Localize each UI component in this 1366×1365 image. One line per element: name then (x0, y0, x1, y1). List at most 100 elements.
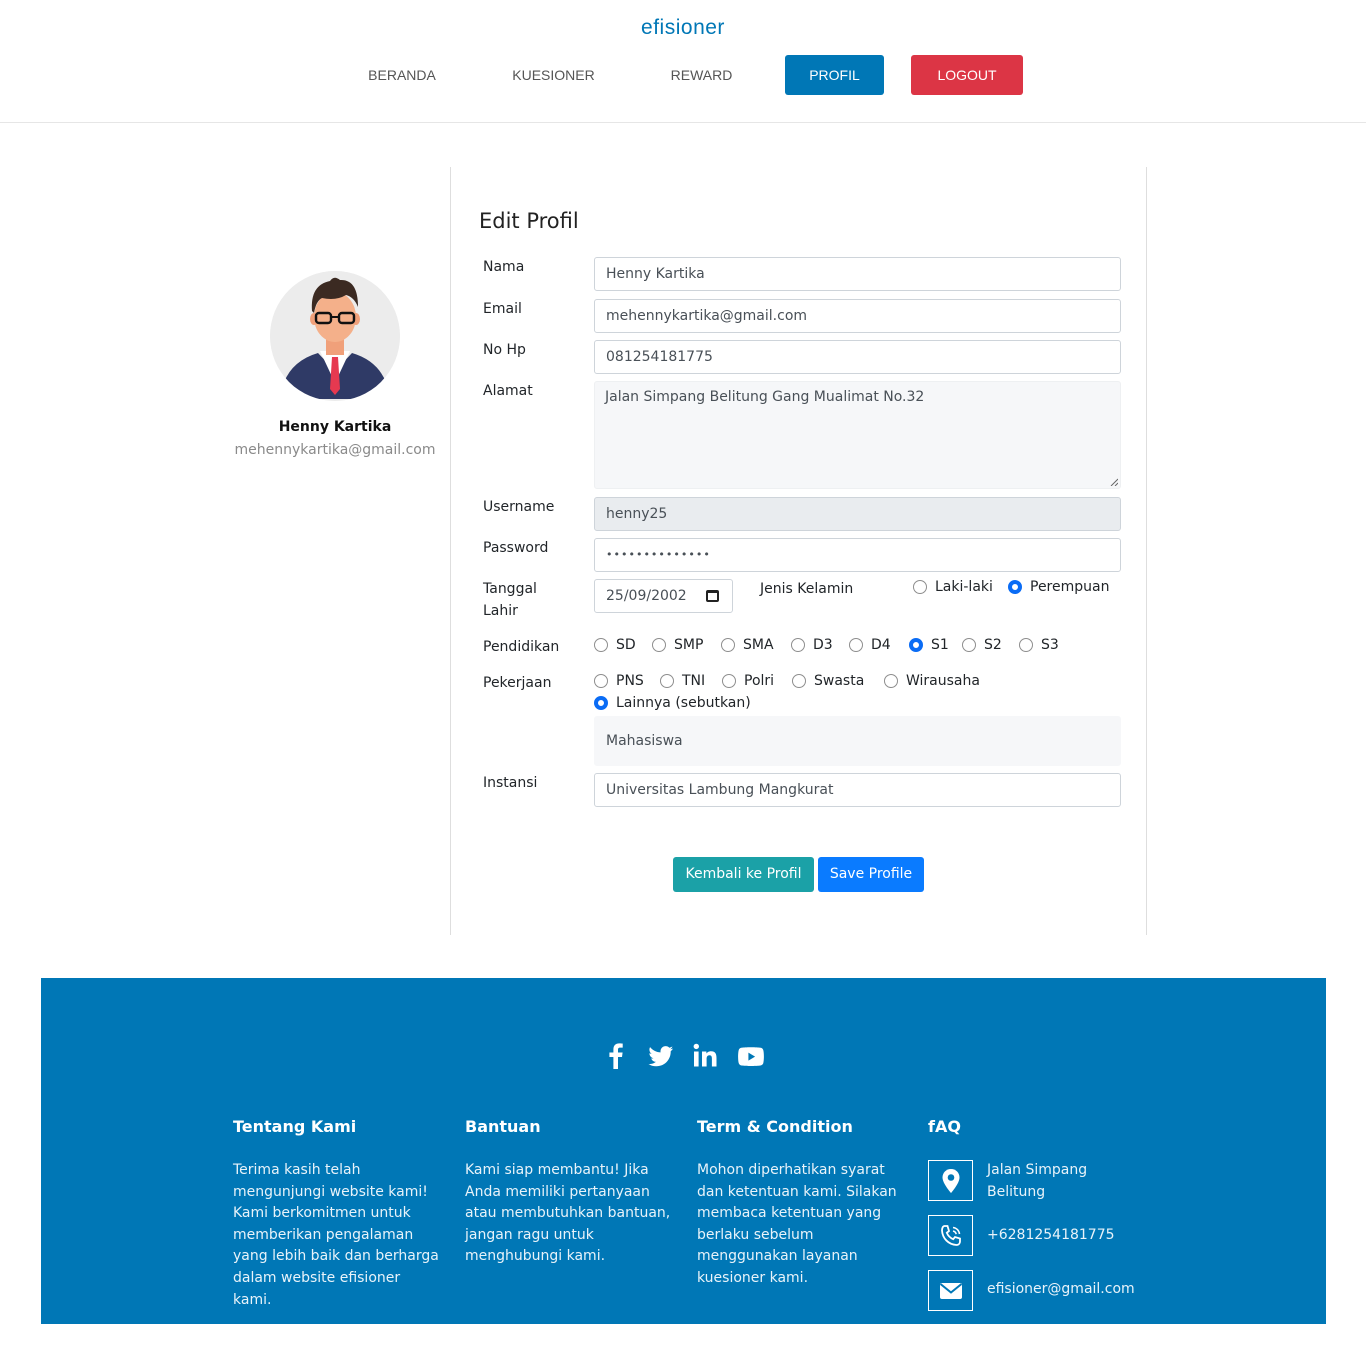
radio-pendidikan-d4[interactable]: D4 (849, 637, 891, 653)
save-profile-button[interactable]: Save Profile (818, 857, 924, 892)
label-nama: Nama (483, 259, 525, 275)
footer-about-text: Terima kasih telah mengunjungi website k… (233, 1162, 439, 1308)
radio-circle-icon[interactable] (962, 638, 976, 652)
form-title: Edit Profil (479, 209, 579, 233)
nav-reward[interactable]: REWARD (656, 55, 747, 95)
tanggal-lahir-value: 25/09/2002 (606, 588, 687, 604)
user-avatar-icon (270, 271, 400, 401)
radio-circle-icon[interactable] (722, 674, 736, 688)
footer-help-text: Kami siap membantu! Jika Anda memiliki p… (465, 1162, 671, 1265)
radio-pekerjaan-tni[interactable]: TNI (660, 673, 705, 689)
radio-checked-icon[interactable] (594, 696, 608, 710)
username-input: henny25 (594, 497, 1121, 531)
divider-left (450, 167, 451, 935)
label-username: Username (483, 499, 555, 515)
radio-label: Lainnya (sebutkan) (616, 695, 751, 711)
radio-label: D3 (813, 637, 833, 653)
facebook-icon[interactable] (601, 1041, 631, 1071)
radio-pendidikan-s2[interactable]: S2 (962, 637, 1002, 653)
footer-email[interactable]: efisioner@gmail.com (987, 1279, 1135, 1301)
divider-right (1146, 167, 1147, 935)
twitter-icon[interactable] (646, 1041, 676, 1071)
label-email: Email (483, 301, 522, 317)
radio-label: SMA (743, 637, 774, 653)
radio-pendidikan-smp[interactable]: SMP (652, 637, 703, 653)
radio-label: Swasta (814, 673, 865, 689)
footer-phone[interactable]: +6281254181775 (987, 1225, 1115, 1247)
nama-input[interactable]: Henny Kartika (594, 257, 1121, 291)
radio-label: PNS (616, 673, 644, 689)
radio-circle-icon[interactable] (792, 674, 806, 688)
radio-checked-icon[interactable] (909, 638, 923, 652)
top-navbar: efisioner BERANDA KUESIONER REWARD PROFI… (0, 0, 1366, 123)
back-to-profile-button[interactable]: Kembali ke Profil (673, 857, 814, 892)
youtube-icon[interactable] (736, 1041, 766, 1071)
profile-name: Henny Kartika (278, 419, 392, 435)
radio-label: SMP (674, 637, 704, 653)
nav-profil-button[interactable]: PROFIL (785, 55, 884, 95)
footer-terms-text: Mohon diperhatikan syarat dan ketentuan … (697, 1162, 897, 1286)
alamat-textarea[interactable]: Jalan Simpang Belitung Gang Mualimat No.… (594, 381, 1121, 489)
label-pekerjaan: Pekerjaan (483, 675, 552, 691)
location-pin-icon (942, 1168, 959, 1193)
radio-circle-icon[interactable] (660, 674, 674, 688)
radio-label: Perempuan (1030, 579, 1110, 595)
radio-gender-laki-laki[interactable]: Laki-laki (913, 579, 993, 595)
instansi-input[interactable]: Universitas Lambung Mangkurat (594, 773, 1121, 807)
pekerjaan-lainnya-input[interactable]: Mahasiswa (594, 716, 1121, 766)
nav-beranda[interactable]: BERANDA (352, 55, 452, 95)
profile-email: mehennykartika@gmail.com (234, 442, 436, 458)
radio-pekerjaan-pns[interactable]: PNS (594, 673, 644, 689)
phone-icon (940, 1224, 961, 1246)
footer-address: Jalan Simpang Belitung (987, 1162, 1088, 1200)
footer-faq-title: fAQ (928, 1117, 961, 1136)
nav-kuesioner[interactable]: KUESIONER (498, 55, 609, 95)
email-icon-box (928, 1270, 973, 1311)
radio-pekerjaan-polri[interactable]: Polri (722, 673, 774, 689)
label-alamat: Alamat (483, 383, 533, 399)
radio-pekerjaan-lainnya[interactable]: Lainnya (sebutkan) (594, 695, 751, 711)
radio-pendidikan-sd[interactable]: SD (594, 637, 636, 653)
radio-circle-icon[interactable] (791, 638, 805, 652)
radio-circle-icon[interactable] (594, 674, 608, 688)
nohp-input[interactable]: 081254181775 (594, 340, 1121, 374)
password-input[interactable]: •••••••••••••• (594, 538, 1121, 572)
email-input[interactable]: mehennykartika@gmail.com (594, 299, 1121, 333)
radio-label: Polri (744, 673, 775, 689)
radio-label: S2 (984, 637, 1002, 653)
radio-circle-icon[interactable] (721, 638, 735, 652)
radio-gender-perempuan[interactable]: Perempuan (1008, 579, 1109, 595)
brand-logo[interactable]: efisioner (0, 16, 1366, 40)
calendar-icon[interactable] (706, 590, 719, 602)
radio-pekerjaan-swasta[interactable]: Swasta (792, 673, 864, 689)
radio-circle-icon[interactable] (594, 638, 608, 652)
label-password: Password (483, 540, 549, 556)
label-jenis-kelamin: Jenis Kelamin (760, 581, 854, 597)
radio-pendidikan-s3[interactable]: S3 (1019, 637, 1059, 653)
radio-label: S1 (931, 637, 949, 653)
radio-circle-icon[interactable] (652, 638, 666, 652)
radio-label: Wirausaha (906, 673, 980, 689)
envelope-icon (939, 1282, 962, 1299)
location-icon-box (928, 1160, 973, 1201)
radio-circle-icon[interactable] (1019, 638, 1033, 652)
phone-icon-box (928, 1215, 973, 1256)
label-nohp: No Hp (483, 342, 526, 358)
radio-pendidikan-d3[interactable]: D3 (791, 637, 833, 653)
radio-pendidikan-sma[interactable]: SMA (721, 637, 774, 653)
footer-terms-title: Term & Condition (697, 1117, 853, 1136)
radio-checked-icon[interactable] (1008, 580, 1022, 594)
logout-button[interactable]: LOGOUT (911, 55, 1023, 95)
radio-label: D4 (871, 637, 891, 653)
alamat-text: Jalan Simpang Belitung Gang Mualimat No.… (605, 389, 925, 405)
radio-pekerjaan-wirausaha[interactable]: Wirausaha (884, 673, 980, 689)
resize-handle-icon[interactable] (1110, 478, 1118, 486)
radio-circle-icon[interactable] (913, 580, 927, 594)
radio-circle-icon[interactable] (849, 638, 863, 652)
linkedin-icon[interactable] (691, 1041, 721, 1071)
radio-pendidikan-s1[interactable]: S1 (909, 637, 949, 653)
radio-label: S3 (1041, 637, 1059, 653)
radio-label: TNI (682, 673, 706, 689)
radio-circle-icon[interactable] (884, 674, 898, 688)
tanggal-lahir-input[interactable]: 25/09/2002 (594, 579, 733, 613)
